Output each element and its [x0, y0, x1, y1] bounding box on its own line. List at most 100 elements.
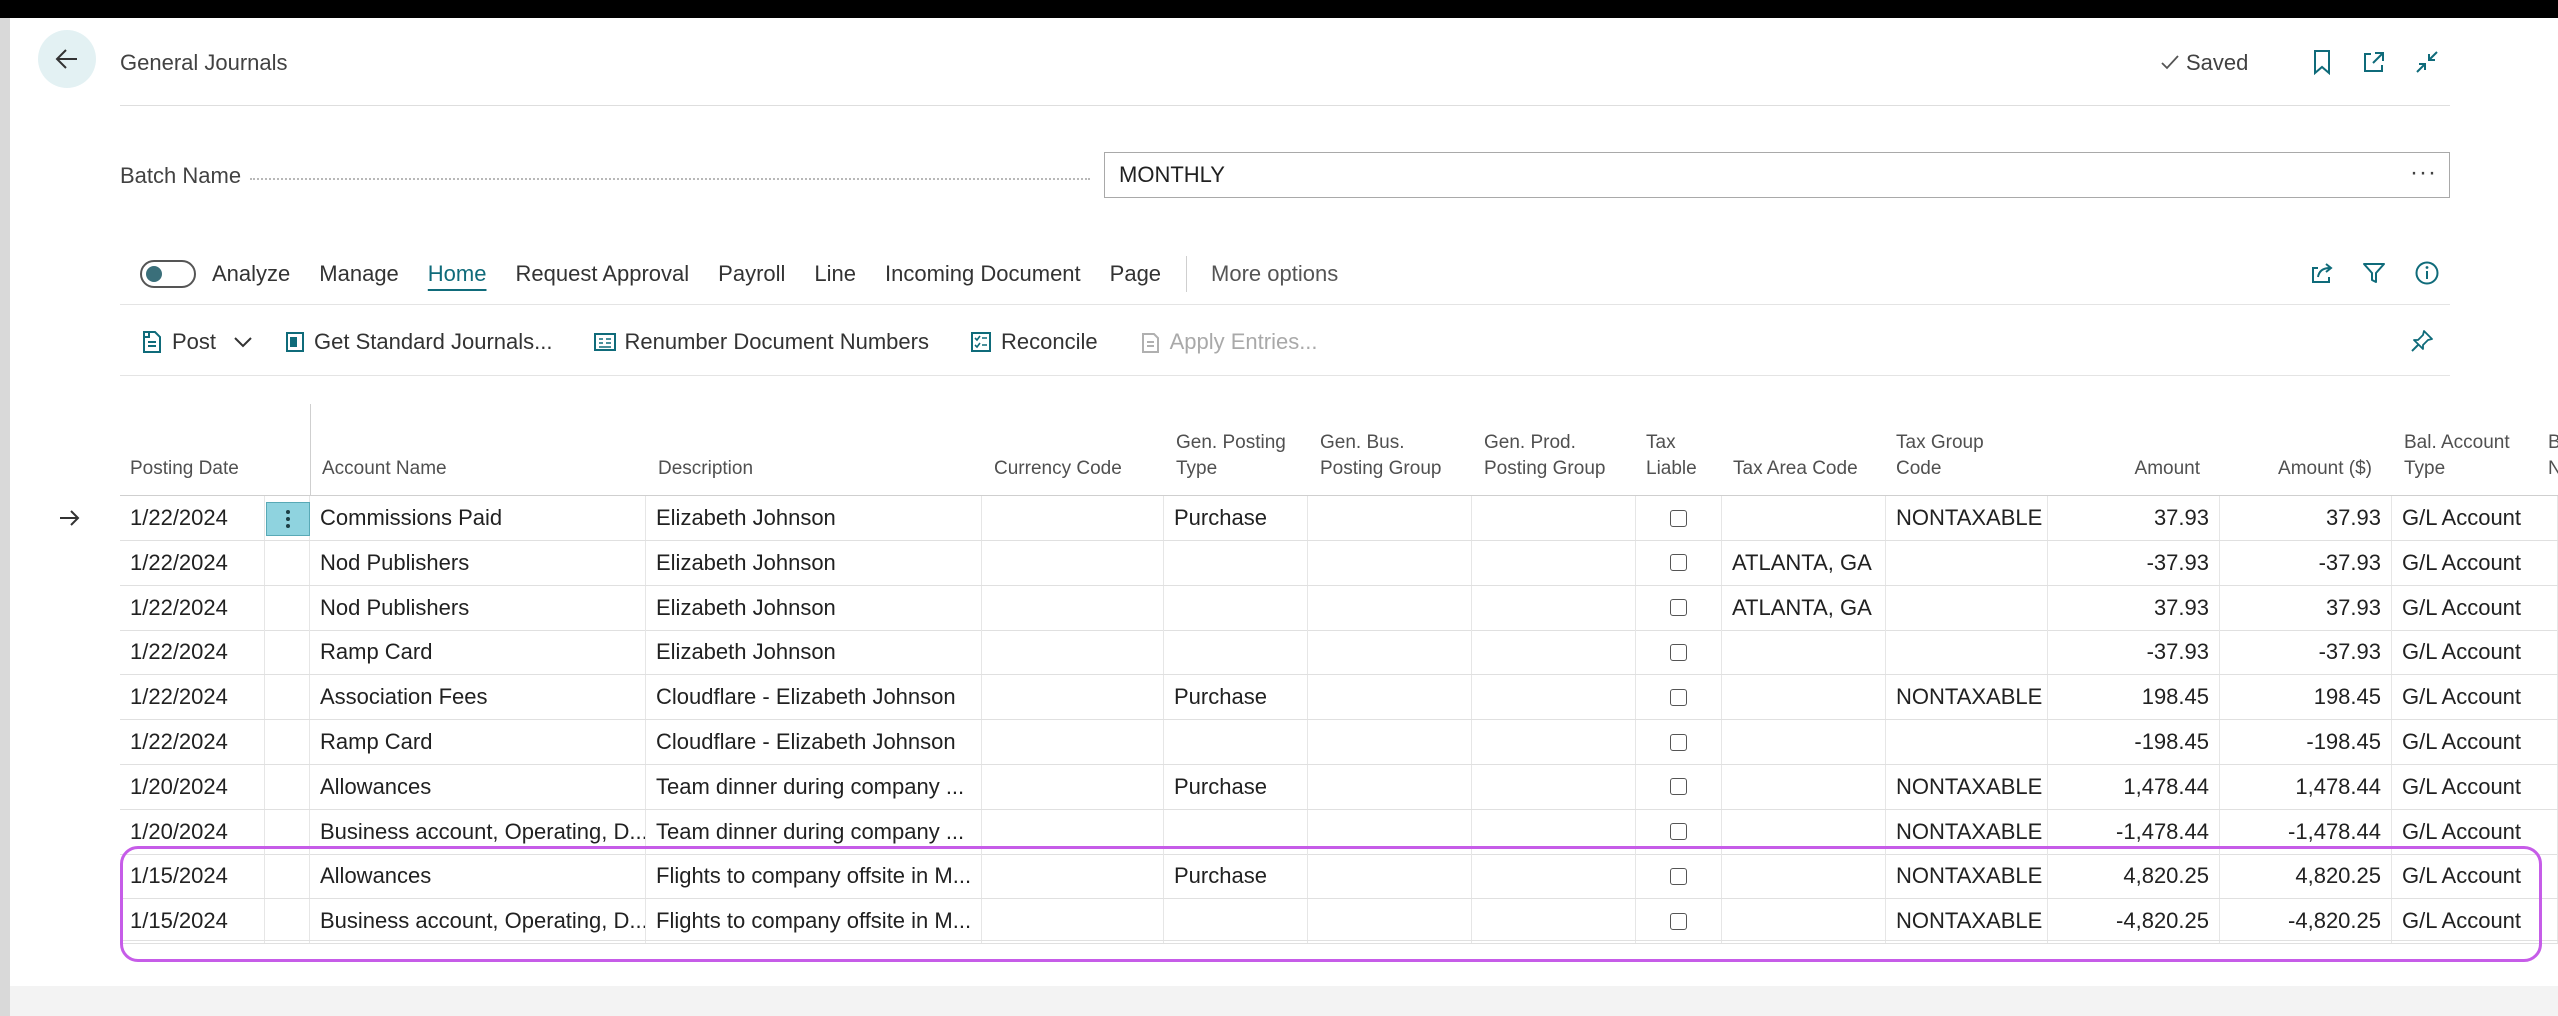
cell-amount-usd[interactable]: -37.93 — [2220, 630, 2392, 675]
cell-tax-group-code[interactable]: NONTAXABLE — [1886, 854, 2048, 899]
cell-row-menu[interactable] — [265, 540, 310, 585]
menu-manage[interactable]: Manage — [319, 261, 399, 287]
cell-tax-liable[interactable] — [1636, 630, 1722, 675]
col-tax-area-code[interactable]: Tax Area Code — [1733, 456, 1858, 482]
col-amount[interactable]: Amount — [2060, 456, 2200, 482]
renumber-document-numbers-button[interactable]: Renumber Document Numbers — [593, 329, 929, 355]
cell-amount[interactable]: -4,820.25 — [2048, 899, 2220, 944]
cell-bal-account-type[interactable]: G/L Account — [2392, 764, 2558, 809]
col-description[interactable]: Description — [658, 456, 753, 482]
batch-lookup-button[interactable]: ··· — [2410, 159, 2437, 187]
cell-amount-usd[interactable]: 198.45 — [2220, 675, 2392, 720]
cell-gen-prod-posting-group[interactable] — [1472, 720, 1636, 764]
cell-description[interactable]: Cloudflare - Elizabeth Johnson — [646, 720, 982, 764]
cell-bal-account-type[interactable]: G/L Account — [2392, 809, 2558, 854]
cell-gen-posting-type[interactable] — [1164, 630, 1308, 675]
cell-description[interactable]: Flights to company offsite in M... — [646, 899, 982, 944]
cell-description[interactable]: Cloudflare - Elizabeth Johnson — [646, 675, 982, 720]
cell-tax-liable[interactable] — [1636, 496, 1722, 540]
cell-tax-group-code[interactable]: NONTAXABLE — [1886, 764, 2048, 809]
cell-gen-bus-posting-group[interactable] — [1308, 540, 1472, 585]
cell-currency-code[interactable] — [982, 854, 1164, 899]
cell-description[interactable]: Elizabeth Johnson — [646, 540, 982, 585]
cell-posting-date[interactable]: 1/15/2024 — [120, 899, 265, 944]
apply-entries-button[interactable]: Apply Entries... — [1138, 329, 1318, 355]
cell-tax-area-code[interactable] — [1722, 854, 1886, 899]
cell-account-name[interactable]: Nod Publishers — [310, 540, 646, 585]
cell-account-name[interactable]: Ramp Card — [310, 720, 646, 764]
cell-gen-bus-posting-group[interactable] — [1308, 496, 1472, 540]
table-row[interactable]: 1/20/2024 Allowances Team dinner during co… — [120, 764, 2558, 810]
cell-tax-area-code[interactable] — [1722, 720, 1886, 764]
cell-tax-liable[interactable] — [1636, 720, 1722, 764]
cell-posting-date[interactable]: 1/15/2024 — [120, 854, 265, 899]
cell-description[interactable]: Elizabeth Johnson — [646, 630, 982, 675]
cell-amount[interactable]: -37.93 — [2048, 540, 2220, 585]
cell-amount[interactable]: 37.93 — [2048, 496, 2220, 540]
cell-posting-date[interactable]: 1/22/2024 — [120, 630, 265, 675]
open-new-window-button[interactable] — [2357, 45, 2391, 79]
cell-gen-bus-posting-group[interactable] — [1308, 899, 1472, 944]
cell-tax-area-code[interactable] — [1722, 764, 1886, 809]
cell-gen-prod-posting-group[interactable] — [1472, 764, 1636, 809]
cell-row-menu[interactable] — [265, 809, 310, 854]
tax-liable-checkbox[interactable] — [1670, 643, 1687, 661]
cell-posting-date[interactable]: 1/20/2024 — [120, 809, 265, 854]
cell-bal-account-type[interactable]: G/L Account — [2392, 585, 2558, 630]
cell-bal-account-type[interactable]: G/L Account — [2392, 496, 2558, 540]
cell-posting-date[interactable]: 1/22/2024 — [120, 585, 265, 630]
cell-amount-usd[interactable]: 1,478.44 — [2220, 764, 2392, 809]
menu-analyze[interactable]: Analyze — [212, 261, 290, 287]
table-row[interactable]: 1/22/2024 Association Fees Cloudflare - El… — [120, 675, 2558, 721]
reconcile-button[interactable]: Reconcile — [969, 329, 1098, 355]
cell-tax-area-code[interactable] — [1722, 496, 1886, 540]
cell-gen-bus-posting-group[interactable] — [1308, 809, 1472, 854]
batch-name-field[interactable]: MONTHLY ··· — [1104, 152, 2450, 198]
col-tax-liable[interactable]: Tax Liable — [1646, 430, 1697, 482]
cell-tax-liable[interactable] — [1636, 854, 1722, 899]
cell-currency-code[interactable] — [982, 720, 1164, 764]
cell-gen-prod-posting-group[interactable] — [1472, 899, 1636, 944]
cell-tax-liable[interactable] — [1636, 899, 1722, 944]
post-button[interactable]: Post — [140, 329, 216, 355]
cell-gen-bus-posting-group[interactable] — [1308, 630, 1472, 675]
cell-tax-group-code[interactable] — [1886, 540, 2048, 585]
col-gen-posting-type[interactable]: Gen. Posting Type — [1176, 430, 1286, 482]
cell-gen-bus-posting-group[interactable] — [1308, 585, 1472, 630]
cell-bal-account-type[interactable]: G/L Account — [2392, 720, 2558, 764]
cell-account-name[interactable]: Business account, Operating, D... — [310, 809, 646, 854]
tax-liable-checkbox[interactable] — [1670, 778, 1687, 796]
menu-incoming-document[interactable]: Incoming Document — [885, 261, 1081, 287]
cell-amount-usd[interactable]: -1,478.44 — [2220, 809, 2392, 854]
cell-gen-prod-posting-group[interactable] — [1472, 675, 1636, 720]
cell-row-menu[interactable] — [265, 585, 310, 630]
cell-posting-date[interactable]: 1/20/2024 — [120, 764, 265, 809]
cell-gen-posting-type[interactable]: Purchase — [1164, 764, 1308, 809]
cell-gen-posting-type[interactable] — [1164, 809, 1308, 854]
filter-button[interactable] — [2357, 256, 2391, 290]
cell-currency-code[interactable] — [982, 496, 1164, 540]
cell-description[interactable]: Flights to company offsite in M... — [646, 854, 982, 899]
cell-currency-code[interactable] — [982, 630, 1164, 675]
tax-liable-checkbox[interactable] — [1670, 554, 1687, 572]
cell-currency-code[interactable] — [982, 899, 1164, 944]
cell-amount[interactable]: -198.45 — [2048, 720, 2220, 764]
back-button[interactable] — [38, 30, 96, 88]
tax-liable-checkbox[interactable] — [1670, 867, 1687, 885]
cell-row-menu[interactable] — [265, 630, 310, 675]
cell-bal-account-type[interactable]: G/L Account — [2392, 854, 2558, 899]
cell-gen-posting-type[interactable] — [1164, 585, 1308, 630]
cell-amount-usd[interactable]: -37.93 — [2220, 540, 2392, 585]
cell-row-menu[interactable] — [265, 720, 310, 764]
analyze-toggle[interactable] — [140, 260, 196, 288]
cell-account-name[interactable]: Allowances — [310, 854, 646, 899]
tax-liable-checkbox[interactable] — [1670, 599, 1687, 617]
tax-liable-checkbox[interactable] — [1670, 688, 1687, 706]
cell-tax-liable[interactable] — [1636, 675, 1722, 720]
cell-account-name[interactable]: Nod Publishers — [310, 585, 646, 630]
tax-liable-checkbox[interactable] — [1670, 509, 1687, 527]
get-standard-journals-button[interactable]: Get Standard Journals... — [284, 329, 553, 355]
cell-posting-date[interactable]: 1/22/2024 — [120, 540, 265, 585]
cell-amount[interactable]: 198.45 — [2048, 675, 2220, 720]
cell-gen-posting-type[interactable] — [1164, 720, 1308, 764]
